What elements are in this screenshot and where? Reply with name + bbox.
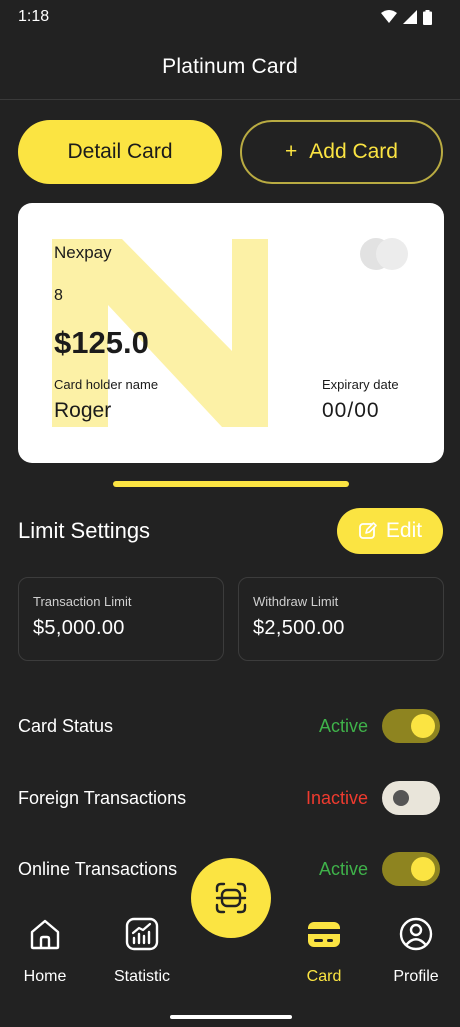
setting-status: Inactive bbox=[305, 787, 368, 808]
limit-settings-title: Limit Settings bbox=[18, 518, 151, 543]
card-balance: $125.0 bbox=[54, 325, 149, 360]
card-icon bbox=[308, 922, 340, 947]
profile-icon bbox=[399, 917, 433, 951]
card-status-row: Card Status Active bbox=[18, 708, 440, 744]
card-holder-name: Roger bbox=[54, 399, 112, 422]
scan-button[interactable] bbox=[191, 858, 271, 938]
withdraw-limit-label: Withdraw Limit bbox=[253, 594, 339, 609]
online-transactions-toggle[interactable] bbox=[382, 852, 440, 886]
transaction-limit-value: $5,000.00 bbox=[33, 617, 125, 639]
detail-card-button[interactable]: Detail Card bbox=[18, 120, 222, 184]
statistic-icon bbox=[125, 917, 159, 951]
wifi-icon bbox=[381, 10, 397, 23]
home-indicator bbox=[170, 1015, 292, 1019]
setting-status: Active bbox=[318, 858, 368, 879]
card-brand: Nexpay bbox=[54, 243, 112, 262]
nav-label: Statistic bbox=[113, 968, 170, 985]
nav-label: Card bbox=[306, 968, 342, 985]
transaction-limit-label: Transaction Limit bbox=[33, 594, 132, 609]
withdraw-limit-box[interactable]: Withdraw Limit $2,500.00 bbox=[238, 577, 444, 661]
card-chip-icon bbox=[360, 238, 410, 272]
status-time: 1:18 bbox=[18, 8, 50, 25]
scan-icon bbox=[215, 882, 247, 914]
edit-label: Edit bbox=[385, 519, 423, 542]
add-card-label: Add Card bbox=[309, 140, 398, 163]
nav-label: Profile bbox=[393, 968, 439, 985]
setting-label: Online Transactions bbox=[18, 858, 178, 879]
plus-icon: + bbox=[285, 140, 298, 163]
card-status-toggle[interactable] bbox=[382, 709, 440, 743]
home-icon bbox=[30, 919, 60, 950]
expiry-label: Expirary date bbox=[322, 377, 399, 392]
setting-status: Active bbox=[318, 715, 368, 736]
edit-icon bbox=[359, 522, 377, 539]
transaction-limit-box[interactable]: Transaction Limit $5,000.00 bbox=[18, 577, 224, 661]
card-holder-label: Card holder name bbox=[54, 377, 159, 392]
foreign-transactions-toggle[interactable] bbox=[382, 781, 440, 815]
detail-card-label: Detail Card bbox=[67, 140, 173, 163]
expiry-date: 00/00 bbox=[322, 399, 380, 422]
battery-icon bbox=[423, 9, 432, 25]
withdraw-limit-value: $2,500.00 bbox=[253, 617, 345, 639]
nav-item-card[interactable]: Card bbox=[279, 916, 369, 992]
page-title: Platinum Card bbox=[162, 54, 298, 78]
setting-label: Card Status bbox=[18, 715, 114, 736]
platinum-card[interactable]: Nexpay 8 $125.0 Card holder name Roger E… bbox=[18, 203, 444, 463]
nav-item-profile[interactable]: Profile bbox=[371, 916, 460, 992]
card-number: 8 bbox=[54, 287, 63, 304]
app-header: Platinum Card bbox=[0, 34, 460, 100]
signal-icon bbox=[403, 10, 417, 24]
nav-item-home[interactable]: Home bbox=[0, 916, 90, 992]
edit-button[interactable]: Edit bbox=[337, 508, 443, 554]
setting-label: Foreign Transactions bbox=[18, 787, 187, 808]
add-card-button[interactable]: + Add Card bbox=[240, 120, 443, 184]
nav-label: Home bbox=[23, 968, 67, 985]
status-bar: 1:18 bbox=[0, 0, 460, 34]
foreign-transactions-row: Foreign Transactions Inactive bbox=[18, 780, 440, 816]
nav-item-statistic[interactable]: Statistic bbox=[97, 916, 187, 992]
card-pager-indicator bbox=[113, 481, 349, 487]
